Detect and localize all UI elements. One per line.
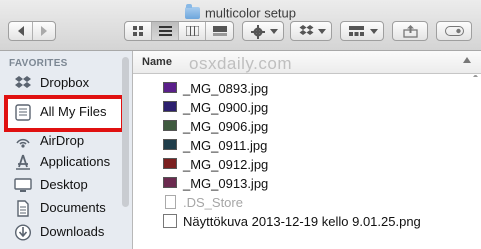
file-row[interactable]: _MG_0893.jpg	[133, 79, 481, 98]
sidebar-item-documents[interactable]: Documents	[0, 197, 120, 220]
file-name: _MG_0912.jpg	[183, 157, 269, 172]
back-button[interactable]	[9, 22, 33, 40]
file-row[interactable]: _MG_0906.jpg	[133, 117, 481, 136]
sidebar-item-label: All My Files	[40, 104, 107, 119]
chevron-right-icon	[41, 26, 47, 36]
sidebar-item-label: AirDrop	[40, 133, 85, 148]
file-name: .DS_Store	[183, 195, 243, 210]
sidebar-item-downloads[interactable]: Downloads	[0, 221, 120, 244]
document-icon	[165, 195, 176, 209]
watermark: osxdaily.com	[189, 54, 292, 73]
image-thumbnail-icon	[163, 120, 177, 131]
chevron-down-icon	[370, 29, 378, 34]
file-row[interactable]: _MG_0911.jpg	[133, 136, 481, 155]
sidebar-item-label: Downloads	[40, 224, 105, 239]
file-list-scrollbar[interactable]	[472, 75, 479, 245]
dropbox-icon	[299, 25, 314, 35]
sidebar-item-applications[interactable]: Applications	[0, 151, 120, 174]
dropbox-button[interactable]	[290, 21, 332, 41]
image-thumbnail-icon	[163, 101, 177, 112]
image-thumbnail-icon	[163, 82, 177, 93]
file-name: _MG_0900.jpg	[183, 100, 269, 115]
icon-view-icon	[133, 26, 143, 36]
window-title: multicolor setup	[0, 3, 481, 21]
sidebar-item-label: Dropbox	[40, 75, 90, 90]
sidebar-item-desktop[interactable]: Desktop	[0, 174, 120, 197]
forward-button[interactable]	[33, 22, 55, 40]
file-name: _MG_0893.jpg	[183, 81, 269, 96]
chevron-down-icon	[318, 29, 326, 34]
downloads-icon	[14, 224, 32, 241]
sidebar-item-label: Applications	[40, 154, 111, 169]
image-thumbnail-icon	[163, 177, 177, 188]
file-row[interactable]: _MG_0913.jpg	[133, 174, 481, 193]
sidebar-scrollbar[interactable]	[122, 57, 129, 207]
image-thumbnail-icon	[163, 158, 177, 169]
list-view-icon	[159, 26, 172, 36]
arrange-icon	[349, 26, 364, 36]
documents-icon	[17, 200, 29, 217]
airdrop-icon	[16, 138, 30, 148]
sidebar-item-all-my-files[interactable]: All My Files	[0, 101, 120, 124]
file-name: _MG_0913.jpg	[183, 176, 269, 191]
chevron-down-icon	[270, 29, 278, 34]
arrange-button[interactable]	[340, 21, 384, 41]
column-view-button[interactable]	[179, 22, 206, 40]
sidebar-header: FAVORITES	[9, 58, 68, 69]
screenshot-file-icon	[163, 214, 177, 228]
list-view-button[interactable]	[152, 22, 179, 40]
back-forward-buttons	[8, 21, 56, 41]
share-button[interactable]	[392, 21, 428, 41]
file-row[interactable]: .DS_Store	[133, 193, 481, 212]
column-header-name[interactable]: Name	[133, 51, 481, 74]
toolbar: multicolor setup	[0, 0, 481, 51]
action-button[interactable]	[242, 21, 284, 41]
sidebar: FAVORITES Dropbox All My Files AirDrop A…	[0, 51, 133, 249]
all-my-files-icon	[15, 104, 31, 121]
sidebar-item-label: Documents	[40, 200, 106, 215]
file-row[interactable]: _MG_0900.jpg	[133, 98, 481, 117]
file-name: Näyttökuva 2013-12-19 kello 9.01.25.png	[183, 214, 421, 229]
sidebar-item-label: Desktop	[40, 177, 88, 192]
file-row[interactable]: _MG_0912.jpg	[133, 155, 481, 174]
cover-flow-icon	[213, 26, 227, 36]
file-name: _MG_0906.jpg	[183, 119, 269, 134]
applications-icon	[16, 154, 30, 170]
sidebar-item-airdrop[interactable]: AirDrop	[0, 130, 120, 153]
tag-icon	[445, 26, 464, 36]
column-header-label: Name	[142, 56, 172, 68]
sidebar-item-dropbox[interactable]: Dropbox	[0, 72, 120, 95]
cover-flow-button[interactable]	[206, 22, 233, 40]
column-view-icon	[186, 26, 199, 36]
icon-view-button[interactable]	[125, 22, 152, 40]
dropbox-icon	[15, 76, 31, 88]
file-list: Name osxdaily.com _MG_0893.jpg _MG_0900.…	[133, 51, 481, 249]
image-thumbnail-icon	[163, 139, 177, 150]
view-mode-control	[124, 21, 234, 41]
tag-button[interactable]	[436, 21, 472, 41]
file-name: _MG_0911.jpg	[183, 138, 268, 153]
desktop-icon	[14, 178, 32, 192]
chevron-left-icon	[18, 26, 24, 36]
sort-ascending-icon	[463, 57, 471, 63]
file-row[interactable]: Näyttökuva 2013-12-19 kello 9.01.25.png	[133, 212, 481, 231]
gear-icon	[251, 25, 265, 39]
window-title-text: multicolor setup	[204, 5, 297, 21]
folder-icon	[184, 3, 200, 19]
share-icon	[403, 25, 418, 38]
